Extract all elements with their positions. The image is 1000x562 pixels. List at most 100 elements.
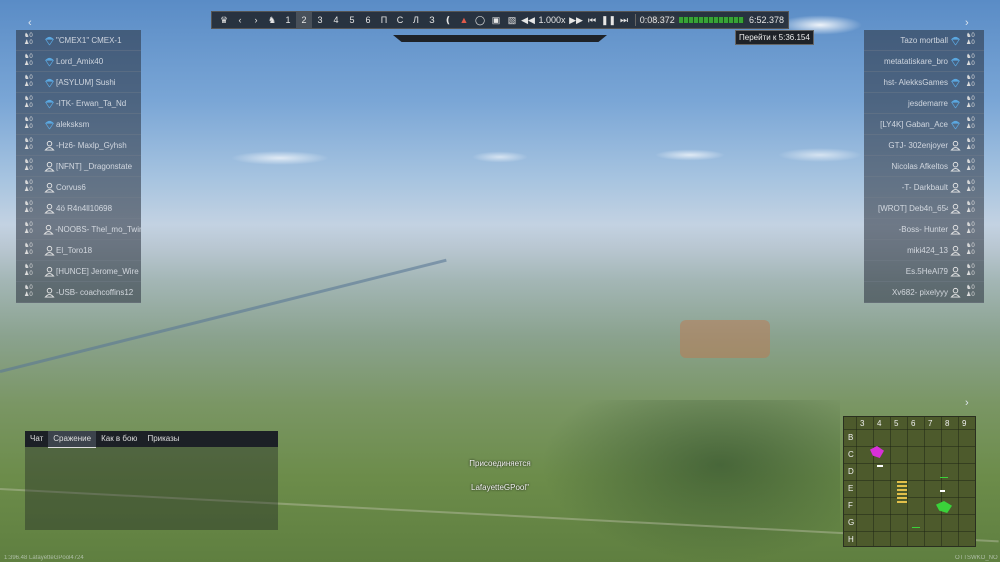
prev-icon[interactable]: ‹ [232,12,248,28]
player-row[interactable]: ♞0 ♟0 [ASYLUM] Sushi [16,72,141,93]
trophy-icon[interactable]: ♛ [216,12,232,28]
player-name: -T- Darkbault [901,182,948,192]
minimap-row-label: E [848,484,854,493]
player-row[interactable]: -Boss- Hunter ♞0 ♟0 [864,219,984,240]
player-name: -Hz6- Maxlp_Gyhsh [56,140,127,150]
player-name: [ASYLUM] Sushi [56,77,116,87]
player-name: aleksksm [56,119,90,129]
camera-button-4[interactable]: 4 [328,12,344,28]
camera-button-1[interactable]: 1 [280,12,296,28]
player-stats: ♞0 ♟0 [966,138,975,151]
player-name: Lord_Amix40 [56,56,104,66]
pilot-icon [948,159,962,173]
player-row[interactable]: ♞0 ♟0 aleksksm [16,114,141,135]
player-row[interactable]: Xv682- pixelyyy ♞0 ♟0 [864,282,984,303]
chat-panel: Чат Сражение Как в бою Приказы [25,430,278,530]
player-name: 4ö R4n4ll10698 [56,203,113,213]
tab-orders[interactable]: Приказы [142,431,184,447]
unit-marker [912,527,920,528]
left-chevron-icon[interactable]: ‹ [28,17,32,29]
parachute-icon [42,54,56,68]
skip-start-icon[interactable]: ⏮ [584,12,600,28]
unit-marker [940,477,948,478]
player-row[interactable]: ♞0 ♟0 "СМЕХ1" СМЕХ-1 [16,30,141,51]
pause-icon[interactable]: ❚❚ [600,12,616,28]
player-row[interactable]: ♞0 ♟0 -NOOBS- Thel_mo_Twin [16,219,141,240]
player-row[interactable]: metatatiskare_bro ♞0 ♟0 [864,51,984,72]
player-row[interactable]: [LY4K] Gaban_Ace ♞0 ♟0 [864,114,984,135]
player-row[interactable]: [WROT] Deb4n_6543 ♞0 ♟0 [864,198,984,219]
player-stats: ♞0 ♟0 [24,96,33,109]
player-row[interactable]: -T- Darkbault ♞0 ♟0 [864,177,984,198]
player-name: -Boss- Hunter [898,224,948,234]
player-stats: ♞0 ♟0 [966,264,975,277]
player-row[interactable]: ♞0 ♟0 [HUNCE] Jerome_Wire [16,261,141,282]
player-name: [HUNCE] Jerome_Wire [56,266,139,276]
player-row[interactable]: ♞0 ♟0 4ö R4n4ll10698 [16,198,141,219]
player-row[interactable]: ♞0 ♟0 El_Toro18 [16,240,141,261]
right-chevron-icon[interactable]: › [965,17,969,29]
camera-button-p[interactable]: П [376,12,392,28]
minimap-expand-icon[interactable]: › [965,397,969,409]
player-stats: ♞0 ♟0 [24,180,33,193]
player-row[interactable]: ♞0 ♟0 Corvus6 [16,177,141,198]
camera-button-l[interactable]: Л [408,12,424,28]
camera-button-6[interactable]: 6 [360,12,376,28]
player-row[interactable]: ♞0 ♟0 -Hz6- Maxlp_Gyhsh [16,135,141,156]
minimap-row-label: B [848,433,854,442]
pilot-icon [948,180,962,194]
player-stats: ♞0 ♟0 [24,264,33,277]
pilot-icon [42,138,56,152]
allied-team-list: ♞0 ♟0 "СМЕХ1" СМЕХ-1 ♞0 ♟0 Lord_Amix40 ♞0 ♟0 [AS… [16,30,141,303]
player-name: Nicolas Afkeltos [891,161,948,171]
minimap[interactable]: 3 4 5 6 7 8 9 B C D E F G H [843,416,976,547]
player-row[interactable]: jesdemarre ♞0 ♟0 [864,93,984,114]
player-stats: ♞0 ♟0 [24,75,33,88]
pilot-icon [42,222,56,236]
player-row[interactable]: Es.5HeAl79 ♞0 ♟0 [864,261,984,282]
rewind-icon[interactable]: ◀◀ [520,12,536,28]
camera-button-5[interactable]: 5 [344,12,360,28]
target-icon[interactable]: ▲ [456,12,472,28]
player-stats: ♞0 ♟0 [966,285,975,298]
pilot-icon [42,180,56,194]
player-row[interactable]: ♞0 ♟0 -USB- coachcoffins12 [16,282,141,303]
tab-chat[interactable]: Чат [25,431,48,447]
marker-icon[interactable]: ◯ [472,12,488,28]
player-row[interactable]: ♞0 ♟0 -ITK- Erwan_Ta_Nd [16,93,141,114]
next-icon[interactable]: › [248,12,264,28]
player-row[interactable]: Tazo mortball ♞0 ♟0 [864,30,984,51]
player-row[interactable]: Nicolas Afkeltos ♞0 ♟0 [864,156,984,177]
player-row[interactable]: GTJ- 302enjoyer ♞0 ♟0 [864,135,984,156]
pilot-icon [948,285,962,299]
player-name: metatatiskare_bro [883,56,948,66]
free-camera-icon[interactable]: ❪ [440,12,456,28]
parachute-icon [42,33,56,47]
parachute-icon [948,33,962,47]
player-row[interactable]: ♞0 ♟0 Lord_Amix40 [16,51,141,72]
replay-progress-bar[interactable] [678,17,744,23]
playback-speed[interactable]: 1.000x [536,12,568,28]
tab-in-battle[interactable]: Как в бою [96,431,142,447]
expand-icon[interactable]: ▧ [504,12,520,28]
player-row[interactable]: ♞0 ♟0 [NFNT] _Dragonstate [16,156,141,177]
enemy-team-list: Tazo mortball ♞0 ♟0 metatatiskare_bro ♞0 ♟0 hs… [864,30,984,303]
player-row[interactable]: miki424_13 ♞0 ♟0 [864,240,984,261]
camera-button-z[interactable]: З [424,12,440,28]
parachute-icon [948,75,962,89]
join-player-name: LafayetteGPool" [471,483,529,492]
camera-button-s[interactable]: С [392,12,408,28]
hud-toggle-icon[interactable]: ▣ [488,12,504,28]
player-stats: ♞0 ♟0 [966,222,975,235]
minimap-row-label: H [848,535,854,544]
camera-button-2[interactable]: 2 [296,12,312,28]
squad-icon[interactable]: ♞ [264,12,280,28]
seek-tooltip: Перейти к 5:36.154 [735,30,814,45]
tab-battle[interactable]: Сражение [48,430,97,448]
camera-button-3[interactable]: 3 [312,12,328,28]
fast-forward-icon[interactable]: ▶▶ [568,12,584,28]
player-row[interactable]: hst- AlekksGames ♞0 ♟0 [864,72,984,93]
parachute-icon [948,117,962,131]
player-name: -USB- coachcoffins12 [56,287,134,297]
skip-end-icon[interactable]: ⏭ [616,12,632,28]
